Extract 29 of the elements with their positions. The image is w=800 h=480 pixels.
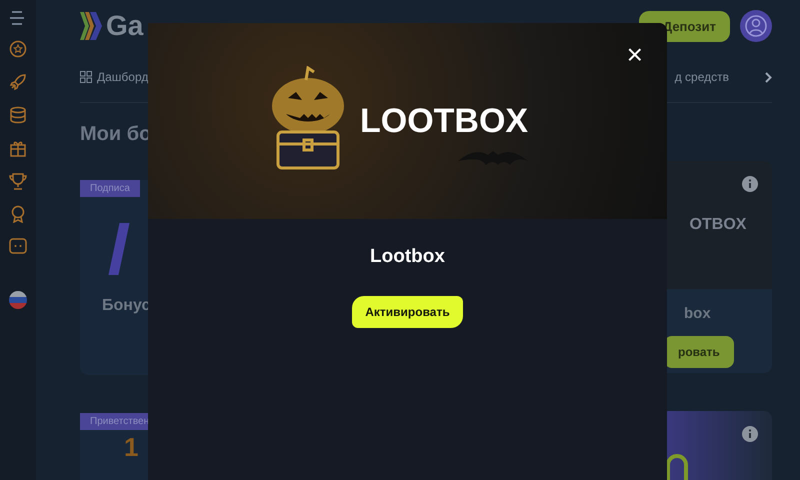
nav-link[interactable]: д средств	[674, 70, 729, 84]
coins-icon[interactable]	[9, 106, 27, 124]
card-tag: Подписа	[80, 180, 140, 197]
trophy-icon[interactable]	[9, 172, 27, 190]
modal-title: Lootbox	[370, 246, 445, 268]
logo-text: Ga	[106, 10, 144, 42]
card-title: box	[684, 305, 712, 322]
gift-icon[interactable]	[9, 139, 27, 157]
chat-icon[interactable]	[9, 238, 27, 254]
chevron-right-icon[interactable]	[765, 72, 772, 82]
medal-icon[interactable]	[9, 205, 27, 223]
card-title: Бонус	[102, 297, 152, 315]
info-icon[interactable]	[742, 426, 758, 442]
lock-icon	[664, 451, 690, 480]
flag-icon[interactable]	[9, 291, 27, 309]
dashboard-icon	[80, 71, 92, 83]
chevron-logo-icon	[80, 12, 102, 40]
menu-icon[interactable]	[10, 11, 26, 25]
card-title: 1	[124, 432, 140, 463]
nav-link[interactable]: Дашборд	[97, 70, 148, 84]
info-icon[interactable]	[742, 176, 758, 192]
activate-button[interactable]: ровать	[664, 336, 734, 368]
avatar-icon[interactable]	[740, 10, 772, 42]
close-button[interactable]: ×	[624, 43, 645, 67]
banner-text: OTBOX	[688, 216, 746, 234]
rocket-icon[interactable]	[9, 73, 27, 91]
activate-button[interactable]: Активировать	[352, 296, 463, 328]
star-badge-icon[interactable]	[9, 40, 27, 58]
banner-text: LOOTBOX	[360, 102, 528, 140]
